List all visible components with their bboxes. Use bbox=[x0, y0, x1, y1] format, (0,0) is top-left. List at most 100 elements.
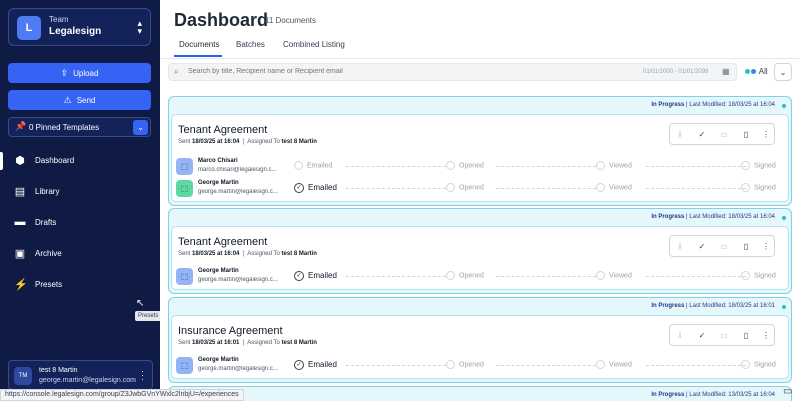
status-filter[interactable]: All bbox=[745, 67, 768, 76]
status-dot-icon bbox=[782, 104, 786, 108]
step-viewed: Viewed bbox=[596, 360, 632, 369]
recipient-name: George Martin bbox=[198, 357, 239, 363]
drafts-icon: ▬ bbox=[14, 216, 26, 228]
recipient-row: ⬚ Marco Chisari marco.chisari@legalesign… bbox=[176, 157, 786, 177]
check-circle-icon[interactable]: ✓ bbox=[695, 329, 709, 343]
recipient-avatar: ⬚ bbox=[176, 268, 193, 285]
recipient-avatar: ⬚ bbox=[176, 158, 193, 175]
recipient-name: George Martin bbox=[198, 180, 239, 186]
nav-item-archive[interactable]: ▣ Archive bbox=[0, 243, 160, 265]
nav-item-dashboard[interactable]: ⬢ Dashboard bbox=[0, 150, 160, 172]
active-tab-underline bbox=[174, 55, 222, 57]
nav-item-library[interactable]: ▤ Library bbox=[0, 181, 160, 203]
step-connector bbox=[346, 276, 446, 277]
sidebar: L Team Legalesign ▴ ▾ ⇪ Upload ⚠ Send 📌 0 P… bbox=[0, 0, 162, 401]
team-label: Team bbox=[49, 15, 69, 24]
tab-documents[interactable]: Documents bbox=[179, 40, 219, 49]
tab-batches[interactable]: Batches bbox=[236, 40, 265, 49]
archive-icon[interactable]: ▭ bbox=[717, 240, 731, 254]
nav-item-drafts[interactable]: ▬ Drafts bbox=[0, 212, 160, 234]
step-connector bbox=[496, 365, 596, 366]
archive-icon: ▣ bbox=[14, 248, 26, 260]
team-avatar: L bbox=[17, 16, 41, 40]
document-card[interactable]: In Progress | Last Modified: 18/03/25 at… bbox=[168, 208, 792, 294]
recipient-row: ⬚ George Martin george.martin@legalesign… bbox=[176, 267, 786, 287]
more-vertical-icon[interactable]: ⋮ bbox=[759, 329, 773, 343]
card-status: In Progress | Last Modified: 18/03/25 at… bbox=[651, 102, 775, 108]
status-dot-icon bbox=[782, 216, 786, 220]
check-circle-icon[interactable]: ✓ bbox=[695, 240, 709, 254]
download-icon[interactable]: ⇩ bbox=[673, 240, 687, 254]
more-vertical-icon[interactable]: ⋮ bbox=[759, 128, 773, 142]
step-opened: Opened bbox=[446, 183, 484, 192]
team-switcher[interactable]: L Team Legalesign ▴ ▾ bbox=[8, 8, 151, 46]
chat-icon[interactable]: ▭ bbox=[783, 386, 795, 398]
step-connector bbox=[646, 365, 746, 366]
pinned-templates[interactable]: 📌 0 Pinned Templates ⌄ bbox=[8, 117, 151, 137]
step-connector bbox=[646, 276, 746, 277]
page-title: Dashboard bbox=[174, 10, 269, 30]
card-status: In Progress | Last Modified: 18/03/25 at… bbox=[651, 214, 775, 220]
status-dot-icon bbox=[745, 69, 750, 74]
archive-icon[interactable]: ▭ bbox=[717, 329, 731, 343]
presets-icon: ⚡ bbox=[14, 279, 28, 291]
step-emailed: ✓ Emailed bbox=[294, 183, 337, 193]
calendar-icon[interactable]: ▦ bbox=[722, 67, 730, 76]
recipient-name: Marco Chisari bbox=[198, 158, 238, 164]
document-title: Tenant Agreement bbox=[178, 236, 268, 248]
step-emailed: ✓ Emailed bbox=[294, 360, 337, 370]
document-card[interactable]: In Progress | Last Modified: 18/03/25 at… bbox=[168, 96, 792, 206]
step-signed: Signed bbox=[741, 183, 776, 192]
main-content: Dashboard 11 Documents Documents Batches… bbox=[160, 0, 800, 401]
clipboard-icon[interactable]: ▯ bbox=[739, 128, 753, 142]
document-card-body: Insurance Agreement Sent 18/03/25 at 16:… bbox=[171, 315, 789, 379]
document-title: Insurance Agreement bbox=[178, 325, 283, 337]
step-emailed: ✓ Emailed bbox=[294, 271, 337, 281]
tab-combined-listing[interactable]: Combined Listing bbox=[283, 40, 345, 49]
recipient-name: George Martin bbox=[198, 268, 239, 274]
document-meta: Sent 18/03/25 at 16:04 | Assigned To tes… bbox=[178, 139, 317, 145]
step-connector bbox=[346, 365, 446, 366]
active-indicator bbox=[0, 152, 3, 170]
status-dot-icon bbox=[751, 69, 756, 74]
filter-dropdown-button[interactable]: ⌄ bbox=[774, 63, 792, 81]
document-meta: Sent 18/03/25 at 16:04 | Assigned To tes… bbox=[178, 251, 317, 257]
document-actions: ⇩ ✓ ▭ ▯ ⋮ bbox=[669, 235, 775, 257]
step-connector bbox=[496, 188, 596, 189]
step-opened: Opened bbox=[446, 360, 484, 369]
mouse-cursor-icon: ↖ bbox=[136, 298, 145, 309]
search-input[interactable] bbox=[188, 68, 568, 75]
clipboard-icon[interactable]: ▯ bbox=[739, 329, 753, 343]
step-connector bbox=[496, 276, 596, 277]
clipboard-icon[interactable]: ▯ bbox=[739, 240, 753, 254]
step-connector bbox=[346, 166, 446, 167]
step-opened: Opened bbox=[446, 271, 484, 280]
recipient-row: ⬚ George Martin george.martin@legalesign… bbox=[176, 356, 786, 376]
more-vertical-icon[interactable]: ⋮ bbox=[759, 240, 773, 254]
more-vertical-icon[interactable]: · · · bbox=[141, 367, 144, 384]
archive-icon[interactable]: ▭ bbox=[717, 128, 731, 142]
dashboard-icon: ⬢ bbox=[15, 155, 25, 167]
date-range[interactable]: 01/01/2000 - 01/01/2099 bbox=[643, 69, 708, 75]
user-menu[interactable]: TM test 8 Martin george.martin@legalesig… bbox=[8, 360, 153, 390]
search-icon: ⌕ bbox=[174, 67, 179, 76]
document-count: 11 Documents bbox=[265, 16, 316, 25]
recipient-avatar: ⬚ bbox=[176, 180, 193, 197]
card-status: In Progress | Last Modified: 18/03/25 at… bbox=[651, 303, 775, 309]
chevron-up-down-icon: ▴ ▾ bbox=[137, 18, 142, 36]
download-icon[interactable]: ⇩ bbox=[673, 128, 687, 142]
upload-button[interactable]: ⇪ Upload bbox=[8, 63, 151, 83]
download-icon[interactable]: ⇩ bbox=[673, 329, 687, 343]
step-connector bbox=[346, 188, 446, 189]
send-button[interactable]: ⚠ Send bbox=[8, 90, 151, 110]
pinned-dropdown-button[interactable]: ⌄ bbox=[133, 120, 148, 135]
nav-item-presets[interactable]: ⚡ Presets bbox=[0, 274, 160, 296]
document-card[interactable]: In Progress | Last Modified: 18/03/25 at… bbox=[168, 297, 792, 383]
status-dot-icon bbox=[782, 305, 786, 309]
recipient-email: george.martin@legalesign.c... bbox=[198, 366, 278, 372]
recipient-avatar: ⬚ bbox=[176, 357, 193, 374]
step-connector bbox=[646, 188, 746, 189]
document-card[interactable]: In Progress | Last Modified: 13/03/25 at… bbox=[168, 386, 792, 401]
check-circle-icon[interactable]: ✓ bbox=[695, 128, 709, 142]
browser-status-url: https://console.legalesign.com/group/Z3J… bbox=[0, 389, 244, 401]
